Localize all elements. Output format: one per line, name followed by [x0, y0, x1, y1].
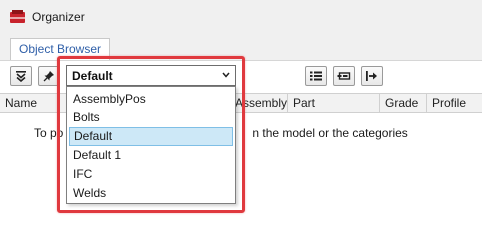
list-view-button[interactable]	[305, 66, 327, 86]
column-header-profile[interactable]: Profile	[426, 94, 482, 112]
message-suffix: n the model or the categories	[252, 126, 408, 140]
chevron-down-icon	[222, 72, 230, 78]
pin-icon	[43, 71, 54, 82]
option-default[interactable]: Default	[69, 127, 233, 146]
option-bolts[interactable]: Bolts	[69, 108, 233, 127]
option-assemblypos[interactable]: AssemblyPos	[69, 90, 233, 109]
combo-dropdown-list: AssemblyPos Bolts Default Default 1 IFC …	[66, 86, 236, 204]
column-header-grade[interactable]: Grade	[379, 94, 426, 112]
option-default-1[interactable]: Default 1	[69, 146, 233, 165]
property-view-icon	[337, 72, 351, 80]
collapse-all-button[interactable]	[10, 66, 32, 86]
property-view-button[interactable]	[333, 66, 355, 86]
export-icon	[366, 71, 377, 81]
combo-selected-value: Default	[72, 69, 113, 83]
column-header-name[interactable]: Name	[0, 94, 62, 112]
option-welds[interactable]: Welds	[69, 184, 233, 203]
export-button[interactable]	[361, 66, 383, 86]
settings-combo[interactable]: Default	[66, 65, 236, 86]
organizer-app-icon	[10, 10, 25, 23]
list-view-icon	[310, 71, 322, 81]
title-bar: Organizer	[0, 0, 482, 34]
option-ifc[interactable]: IFC	[69, 165, 233, 184]
column-header-part[interactable]: Part	[287, 94, 379, 112]
window-title: Organizer	[32, 10, 85, 24]
collapse-all-icon	[16, 71, 26, 82]
